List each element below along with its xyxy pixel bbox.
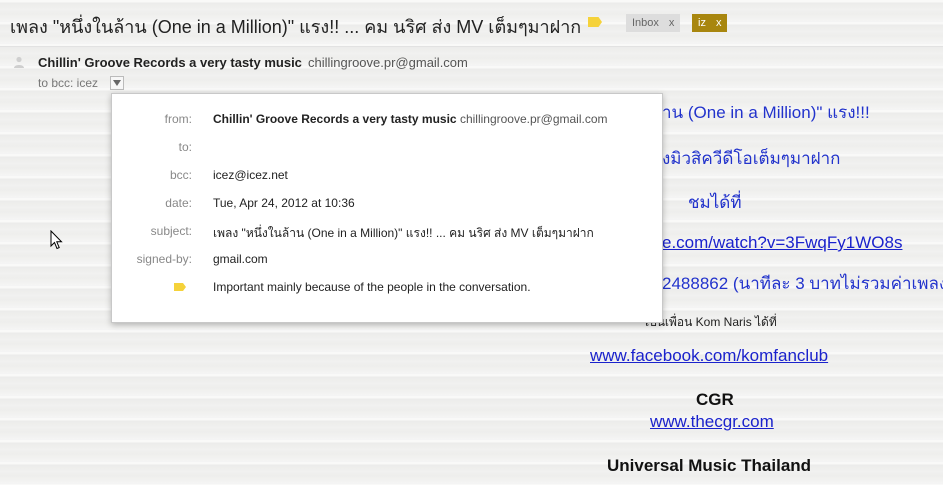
message-details-popup: from: Chillin' Groove Records a very tas… <box>111 93 663 323</box>
subject-bar: เพลง "หนึ่งในล้าน (One in a Million)" แร… <box>0 0 943 46</box>
detail-bcc-label: bcc: <box>169 168 192 182</box>
label-iz[interactable]: iz x <box>692 14 728 32</box>
divider <box>0 46 943 47</box>
importance-marker-icon <box>174 283 186 291</box>
detail-signed-value: gmail.com <box>213 252 268 266</box>
detail-subject-value: เพลง "หนึ่งในล้าน (One in a Million)" แร… <box>213 226 594 240</box>
cgr-heading: CGR <box>696 390 734 409</box>
detail-row-subject: subject: เพลง "หนึ่งในล้าน (One in a Mil… <box>112 224 662 244</box>
detail-to-label: to: <box>178 140 192 154</box>
universal-heading: Universal Music Thailand <box>607 456 812 475</box>
facebook-link[interactable]: www.facebook.com/komfanclub <box>590 346 828 366</box>
recipient-line: to bcc: icez <box>38 76 99 90</box>
detail-row-importance: Important mainly because of the people i… <box>112 280 662 300</box>
email-subject: เพลง "หนึ่งในล้าน (One in a Million)" แร… <box>10 17 582 37</box>
detail-row-to: to: <box>112 140 662 160</box>
detail-subject-label: subject: <box>150 224 192 238</box>
detail-importance-text: Important mainly because of the people i… <box>213 280 531 294</box>
label-inbox[interactable]: Inbox x <box>626 14 681 32</box>
body-line-2: งมิวสิควีดีโอเต็มๆมาฝาก <box>662 149 841 168</box>
show-details-button[interactable] <box>110 76 124 90</box>
detail-date-label: date: <box>165 196 192 210</box>
label-inbox-remove-button[interactable]: x <box>669 14 675 32</box>
detail-row-date: date: Tue, Apr 24, 2012 at 10:36 <box>112 196 662 216</box>
detail-bcc-value: icez@icez.net <box>213 168 288 182</box>
detail-signed-label: signed-by: <box>136 252 192 266</box>
body-line-6: เป็นเพื่อน Kom Naris ได้ที่ <box>645 315 777 329</box>
importance-marker-icon[interactable] <box>588 17 602 27</box>
mouse-cursor-icon <box>50 229 64 250</box>
sender-name[interactable]: Chillin' Groove Records a very tasty mus… <box>38 55 302 70</box>
cgr-link[interactable]: www.thecgr.com <box>650 412 774 432</box>
label-iz-remove-button[interactable]: x <box>716 14 722 32</box>
detail-from-label: from: <box>164 112 192 126</box>
body-line-3: ชมได้ที่ <box>688 193 742 212</box>
body-line-1: ้าน (One in a Million)" แรง!!! <box>662 103 870 122</box>
label-inbox-name: Inbox <box>632 17 659 29</box>
person-icon <box>12 55 26 69</box>
detail-row-from: from: Chillin' Groove Records a very tas… <box>112 112 662 132</box>
detail-from-value: Chillin' Groove Records a very tasty mus… <box>213 112 608 126</box>
sender-email: chillingroove.pr@gmail.com <box>308 55 468 70</box>
youtube-link[interactable]: e.com/watch?v=3FwqFy1WO8s <box>662 233 902 253</box>
detail-row-signed-by: signed-by: gmail.com <box>112 252 662 272</box>
body-line-5: 2488862 (นาทีละ 3 บาทไม่รวมค่าเพลง <box>662 274 943 293</box>
detail-date-value: Tue, Apr 24, 2012 at 10:36 <box>213 196 355 210</box>
detail-from-name[interactable]: Chillin' Groove Records a very tasty mus… <box>213 112 457 126</box>
detail-from-email: chillingroove.pr@gmail.com <box>459 112 608 126</box>
detail-row-bcc: bcc: icez@icez.net <box>112 168 662 188</box>
label-iz-name: iz <box>698 17 706 29</box>
chevron-down-icon <box>113 80 121 86</box>
